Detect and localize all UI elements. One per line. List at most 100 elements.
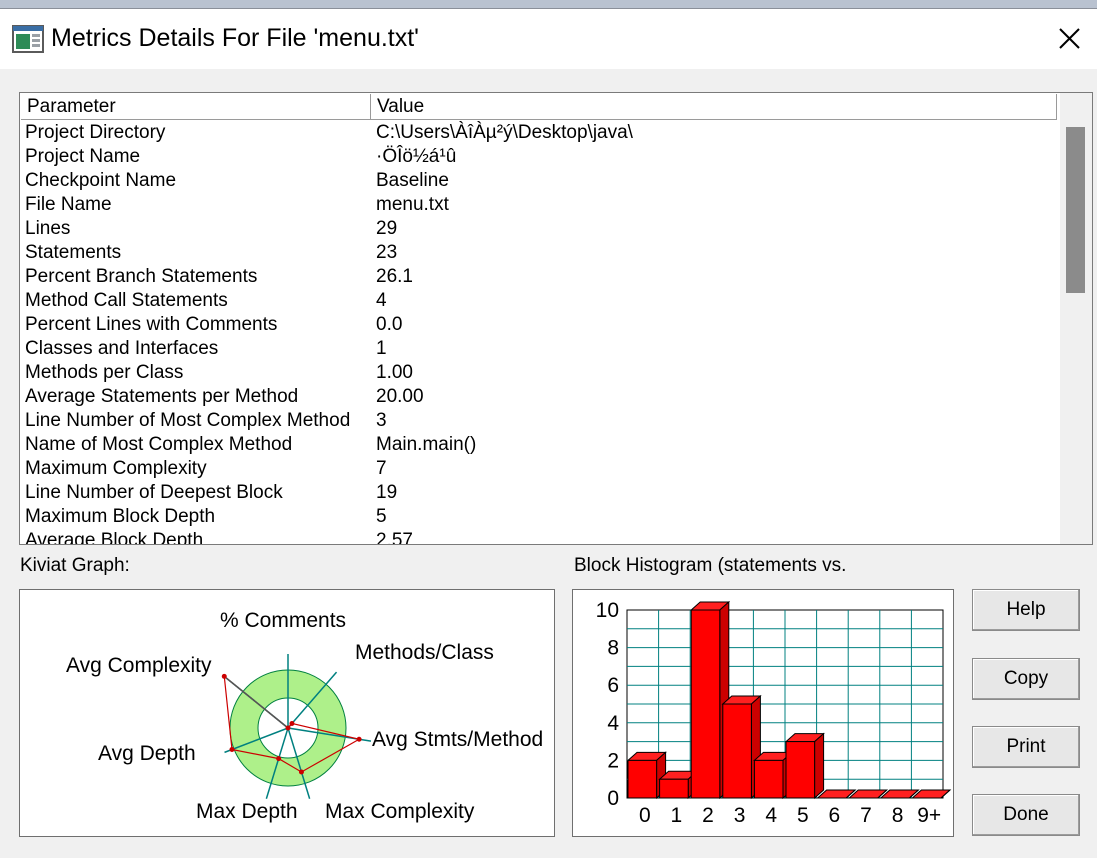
table-row[interactable]: Classes and Interfaces 1: [20, 337, 1056, 361]
kiviat-point: [298, 769, 304, 775]
table-row[interactable]: Checkpoint Name Baseline: [20, 169, 1056, 193]
value-cell: 1.00: [376, 362, 413, 383]
value-cell: 4: [376, 290, 387, 311]
parameter-cell: Classes and Interfaces: [25, 338, 219, 359]
value-cell: 19: [376, 482, 398, 503]
histogram-label: Block Histogram (statements vs.: [574, 555, 847, 576]
kiviat-panel: % Comments Methods/Class Avg Stmts/Method M…: [19, 589, 555, 837]
parameter-cell: Maximum Block Depth: [25, 506, 216, 527]
kiviat-axis-label: Avg Stmts/Method: [372, 728, 543, 751]
kiviat-label: Kiviat Graph:: [20, 555, 130, 576]
parameter-cell: Statements: [25, 242, 122, 263]
histogram-y-tick-label: 4: [607, 712, 619, 735]
table-row[interactable]: Project Directory C:\Users\ÀîÀµ²ý\Desktop…: [20, 121, 1056, 145]
histogram-x-tick-label: 1: [671, 804, 683, 827]
parameter-cell: Average Block Depth: [25, 530, 204, 545]
done-button[interactable]: Done: [972, 794, 1080, 836]
histogram-x-tick-label: 0: [639, 804, 651, 827]
scroll-thumb[interactable]: [1066, 127, 1085, 293]
kiviat-point: [356, 736, 362, 742]
table-row[interactable]: Percent Lines with Comments 0.0: [20, 313, 1056, 337]
kiviat-point: [229, 747, 235, 753]
parameter-cell: Checkpoint Name: [25, 170, 177, 191]
table-row[interactable]: Statements 23: [20, 241, 1056, 265]
histogram-x-tick-label: 4: [765, 804, 777, 827]
value-cell: 5: [376, 506, 387, 527]
table-row[interactable]: Line Number of Deepest Block 19: [20, 481, 1056, 505]
histogram-x-tick-label: 9+: [917, 804, 941, 827]
table-row[interactable]: Percent Branch Statements 26.1: [20, 265, 1056, 289]
kiviat-point: [276, 756, 282, 762]
title-bar: Metrics Details For File 'menu.txt': [0, 9, 1097, 69]
kiviat-point: [289, 720, 295, 726]
parameter-cell: Percent Lines with Comments: [25, 314, 278, 335]
value-cell: Baseline: [376, 170, 449, 191]
histogram-x-tick-label: 8: [892, 804, 904, 827]
table-row[interactable]: Project Name ·ÖÎö½á¹û: [20, 145, 1056, 169]
table-row[interactable]: Methods per Class 1.00: [20, 361, 1056, 385]
histogram-x-tick-label: 7: [860, 804, 872, 827]
histogram-panel: 0 1 2 3 4 5 6 7 8 9+ 0 2 4 6 8 10: [572, 589, 954, 837]
value-cell: Main.main(): [376, 434, 477, 455]
close-icon[interactable]: [1050, 21, 1088, 57]
value-cell: 1: [376, 338, 387, 359]
parameter-cell: Methods per Class: [25, 362, 184, 383]
table-row[interactable]: Average Block Depth 2.57: [20, 529, 1056, 545]
table-row[interactable]: Name of Most Complex Method Main.main(): [20, 433, 1056, 457]
help-button[interactable]: Help: [972, 589, 1080, 631]
parameter-cell: Percent Branch Statements: [25, 266, 258, 287]
kiviat-graph: % Comments Methods/Class Avg Stmts/Method M…: [66, 609, 543, 823]
parameter-cell: Line Number of Most Complex Method: [25, 410, 351, 431]
value-cell: menu.txt: [376, 194, 449, 215]
column-header-value[interactable]: Value: [371, 94, 1057, 119]
parameter-cell: Average Statements per Method: [25, 386, 299, 407]
print-button[interactable]: Print: [972, 726, 1080, 768]
kiviat-axis-label: Avg Complexity: [66, 654, 212, 677]
column-header-parameter[interactable]: Parameter: [21, 94, 371, 119]
histogram-bar: [784, 732, 825, 800]
value-cell: 2.57: [376, 530, 413, 545]
vertical-scrollbar[interactable]: [1060, 93, 1092, 544]
parameter-cell: Lines: [25, 218, 71, 239]
table-row[interactable]: Lines 29: [20, 217, 1056, 241]
parameter-cell: Method Call Statements: [25, 290, 228, 311]
value-cell: 29: [376, 218, 398, 239]
parameter-cell: Maximum Complexity: [25, 458, 207, 479]
table-header: Parameter Value: [21, 94, 1057, 120]
metrics-table: Parameter Value Project Directory C:\User…: [19, 92, 1093, 545]
parameter-cell: Project Name: [25, 146, 141, 167]
value-cell: 26.1: [376, 266, 413, 287]
table-row[interactable]: Line Number of Most Complex Method 3: [20, 409, 1056, 433]
kiviat-axis-label: % Comments: [220, 609, 346, 632]
histogram-y-tick-label: 2: [607, 749, 619, 772]
window-title: Metrics Details For File 'menu.txt': [51, 24, 419, 52]
histogram-y-tick-label: 6: [607, 674, 619, 697]
table-row[interactable]: Maximum Complexity 7: [20, 457, 1056, 481]
kiviat-axis-label: Max Depth: [196, 800, 298, 823]
kiviat-axis-label: Max Complexity: [325, 800, 475, 823]
parameter-cell: File Name: [25, 194, 112, 215]
table-row[interactable]: Method Call Statements 4: [20, 289, 1056, 313]
copy-button[interactable]: Copy: [972, 658, 1080, 700]
histogram-y-tick-label: 0: [607, 787, 619, 810]
histogram-x-tick-label: 2: [702, 804, 714, 827]
table-row[interactable]: Average Statements per Method 20.00: [20, 385, 1056, 409]
app-icon: [12, 25, 44, 53]
value-cell: ·ÖÎö½á¹û: [376, 146, 457, 167]
kiviat-point: [285, 725, 291, 731]
histogram-x-tick-label: 3: [734, 804, 746, 827]
block-histogram: 0 1 2 3 4 5 6 7 8 9+0246810: [596, 599, 952, 827]
value-cell: C:\Users\ÀîÀµ²ý\Desktop\java\: [376, 122, 633, 143]
parameter-cell: Name of Most Complex Method: [25, 434, 293, 455]
value-cell: 23: [376, 242, 398, 263]
kiviat-point: [221, 673, 227, 679]
parameter-cell: Project Directory: [25, 122, 166, 143]
table-row[interactable]: Maximum Block Depth 5: [20, 505, 1056, 529]
value-cell: 3: [376, 410, 387, 431]
value-cell: 7: [376, 458, 387, 479]
kiviat-axis-label: Avg Depth: [98, 742, 196, 765]
value-cell: 20.00: [376, 386, 424, 407]
kiviat-axis-label: Methods/Class: [355, 641, 494, 664]
table-row[interactable]: File Name menu.txt: [20, 193, 1056, 217]
metrics-dialog: Metrics Details For File 'menu.txt' Para…: [0, 8, 1097, 858]
